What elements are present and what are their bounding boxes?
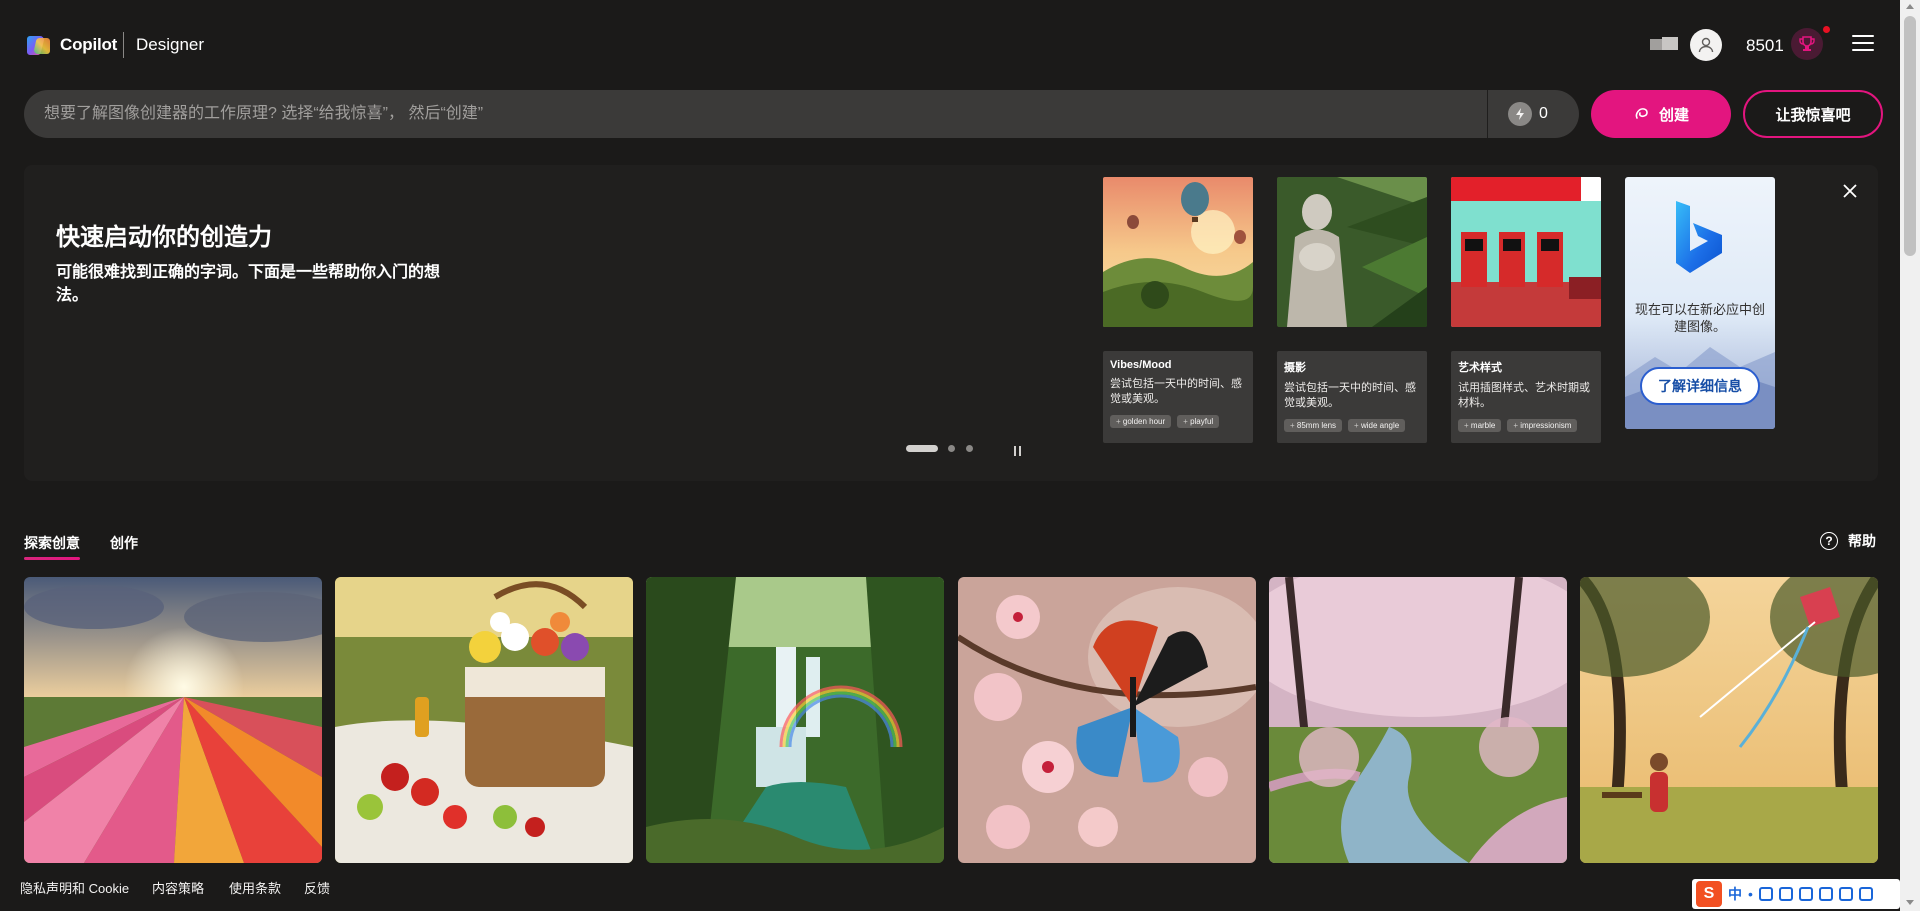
idea-card-body: Vibes/Mood 尝试包括一天中的时间、感觉或美观。 golden hour…	[1103, 351, 1253, 443]
carousel-dot[interactable]	[966, 445, 973, 452]
active-tab-underline	[24, 557, 80, 560]
idea-card-title: 摄影	[1284, 362, 1306, 374]
create-icon	[1635, 108, 1648, 119]
help-label: 帮助	[1848, 533, 1876, 549]
idea-card-art-style[interactable]: 艺术样式 试用插图样式、艺术时期或材料。 marble impressionis…	[1451, 177, 1601, 443]
quickstart-panel: 快速启动你的创造力 可能很难找到正确的字词。下面是一些帮助你入门的想法。 Vib…	[24, 165, 1878, 481]
punctuation-icon[interactable]: •	[1748, 886, 1753, 902]
gallery-image-kite-park[interactable]	[1580, 577, 1878, 863]
help-button[interactable]: ? 帮助	[1820, 531, 1876, 551]
idea-card-desc: 试用插图样式、艺术时期或材料。	[1458, 382, 1590, 409]
idea-tag[interactable]: 85mm lens	[1284, 419, 1343, 432]
tab-create[interactable]: 创作	[110, 533, 138, 553]
carousel-indicator	[906, 443, 1026, 456]
close-icon[interactable]	[1842, 183, 1858, 199]
idea-tag[interactable]: golden hour	[1110, 415, 1172, 428]
toolbox-icon[interactable]	[1838, 887, 1853, 901]
user-avatar-icon[interactable]	[1690, 29, 1722, 61]
retro-gas-station-image	[1451, 177, 1601, 327]
footer-link-content-policy[interactable]: 内容策略	[152, 878, 204, 897]
copilot-logo-icon[interactable]	[26, 32, 52, 58]
create-button[interactable]: 创建	[1591, 90, 1731, 138]
quickstart-subtitle: 可能很难找到正确的字词。下面是一些帮助你入门的想法。	[56, 264, 441, 304]
trophy-icon[interactable]	[1791, 28, 1823, 60]
idea-tag[interactable]: wide angle	[1348, 419, 1406, 432]
gallery-image-picnic-basket[interactable]	[335, 577, 633, 863]
prompt-bar: 0	[24, 90, 1579, 138]
footer-link-terms[interactable]: 使用条款	[229, 878, 281, 897]
microphone-icon[interactable]	[1758, 887, 1773, 901]
sogou-logo-icon[interactable]: S	[1696, 881, 1722, 907]
prompt-divider	[1487, 90, 1488, 138]
scroll-thumb[interactable]	[1904, 16, 1916, 256]
scroll-down-icon[interactable]	[1906, 900, 1914, 905]
idea-card-desc: 尝试包括一天中的时间、感觉或美观。	[1284, 382, 1416, 409]
idea-card-title: 艺术样式	[1458, 362, 1502, 374]
pause-icon[interactable]	[1014, 443, 1024, 456]
settings-icon[interactable]	[1858, 887, 1873, 901]
idea-card-body: 艺术样式 试用插图样式、艺术时期或材料。 marble impressionis…	[1451, 351, 1601, 443]
scroll-up-icon[interactable]	[1906, 4, 1914, 9]
promo-text: 现在可以在新必应中创建图像。	[1634, 302, 1765, 334]
surprise-label: 让我惊喜吧	[1775, 106, 1851, 124]
idea-card-vibes[interactable]: Vibes/Mood 尝试包括一天中的时间、感觉或美观。 golden hour…	[1103, 177, 1253, 443]
gallery-image-cherry-stream[interactable]	[1269, 577, 1567, 863]
brand-name[interactable]: Copilot	[60, 35, 117, 55]
gamepad-icon[interactable]	[1818, 887, 1833, 901]
create-label: 创建	[1658, 106, 1689, 124]
ime-language-indicator[interactable]: 中	[1728, 884, 1742, 904]
brand-divider	[123, 32, 124, 58]
ime-toolbar[interactable]: S 中 •	[1692, 879, 1900, 909]
rewards-points[interactable]: 8501	[1746, 36, 1784, 56]
hot-air-balloons-image	[1103, 177, 1253, 327]
keyboard-icon[interactable]	[1778, 887, 1793, 901]
tab-explore[interactable]: 探索创意	[24, 533, 80, 553]
gallery-image-waterfall[interactable]	[646, 577, 944, 863]
skin-icon[interactable]	[1798, 887, 1813, 901]
footer: 隐私声明和 Cookie 内容策略 使用条款 反馈	[0, 863, 1900, 911]
top-header: Copilot Designer 8501	[0, 0, 1900, 90]
quickstart-title: 快速启动你的创造力	[56, 224, 272, 251]
help-icon: ?	[1820, 532, 1838, 550]
boost-coin-icon[interactable]	[1508, 102, 1532, 126]
idea-card-body: 摄影 尝试包括一天中的时间、感觉或美观。 85mm lens wide angl…	[1277, 351, 1427, 443]
gallery-image-tulip-field[interactable]	[24, 577, 322, 863]
idea-card-desc: 尝试包括一天中的时间、感觉或美观。	[1110, 378, 1242, 405]
marble-statue-image	[1277, 177, 1427, 327]
gallery-image-butterfly[interactable]	[958, 577, 1256, 863]
carousel-dot-active[interactable]	[906, 445, 938, 452]
bing-promo-card: 现在可以在新必应中创建图像。 了解详细信息	[1625, 177, 1775, 429]
folder-icon[interactable]	[1650, 37, 1678, 51]
page-scrollbar[interactable]	[1900, 0, 1920, 911]
prompt-input[interactable]	[44, 90, 1464, 138]
bing-logo-icon	[1676, 201, 1722, 273]
hamburger-menu-icon[interactable]	[1852, 35, 1874, 53]
idea-tag[interactable]: marble	[1458, 419, 1502, 432]
surprise-me-button[interactable]: 让我惊喜吧	[1743, 90, 1883, 138]
footer-link-privacy[interactable]: 隐私声明和 Cookie	[20, 878, 129, 897]
learn-more-button[interactable]: 了解详细信息	[1640, 367, 1760, 405]
boost-count: 0	[1539, 105, 1548, 122]
idea-card-photography[interactable]: 摄影 尝试包括一天中的时间、感觉或美观。 85mm lens wide angl…	[1277, 177, 1427, 443]
idea-tag[interactable]: playful	[1177, 415, 1220, 428]
footer-link-feedback[interactable]: 反馈	[304, 878, 330, 897]
notification-dot	[1823, 26, 1830, 33]
carousel-dot[interactable]	[948, 445, 955, 452]
idea-card-title: Vibes/Mood	[1110, 359, 1172, 371]
idea-tag[interactable]: impressionism	[1507, 419, 1578, 432]
product-name[interactable]: Designer	[136, 35, 204, 55]
